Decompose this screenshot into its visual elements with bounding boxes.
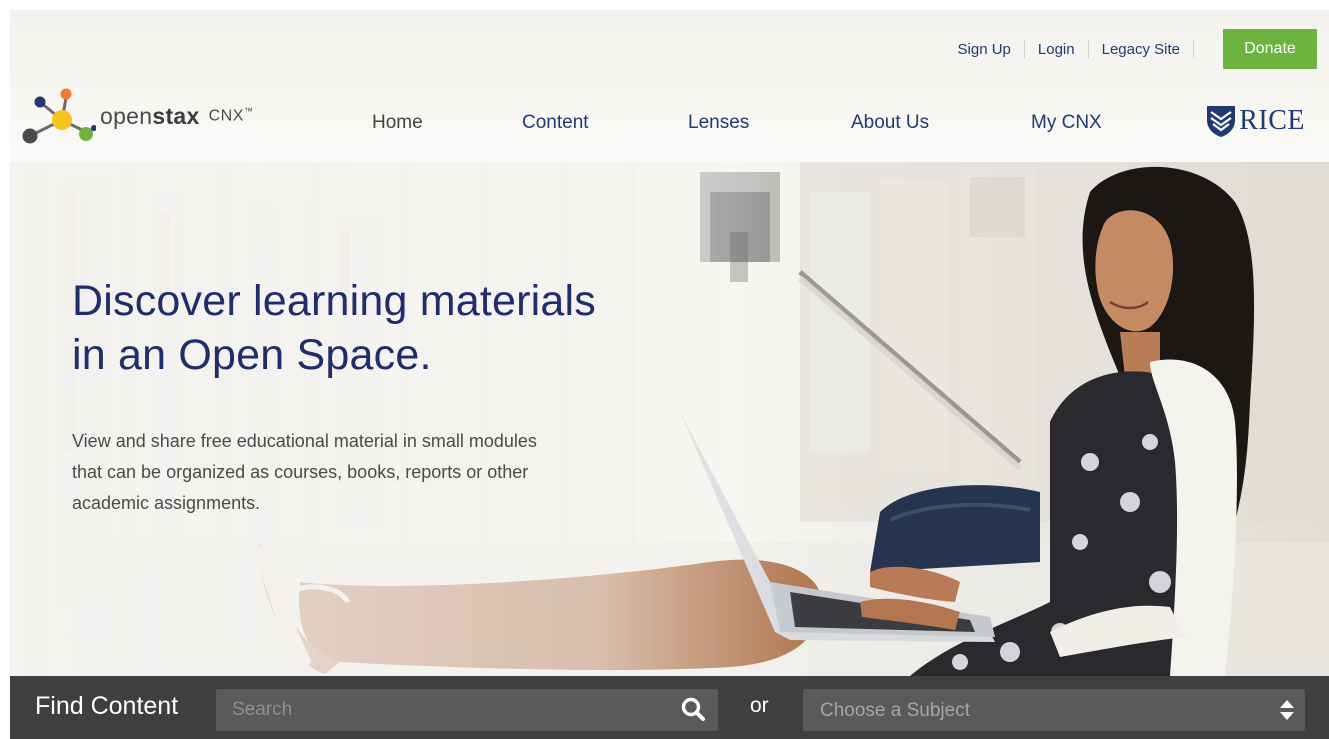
logo-wordmark: openstax bbox=[100, 102, 200, 129]
legacy-site-link[interactable]: Legacy Site bbox=[1102, 41, 1180, 58]
login-link[interactable]: Login bbox=[1038, 41, 1075, 58]
nav-lenses[interactable]: Lenses bbox=[688, 112, 749, 134]
search-input[interactable] bbox=[216, 689, 718, 731]
nav-content[interactable]: Content bbox=[522, 112, 589, 134]
search-button[interactable] bbox=[676, 692, 712, 728]
openstax-molecule-icon bbox=[22, 88, 96, 144]
search-icon bbox=[681, 697, 705, 721]
nav-my-cnx[interactable]: My CNX bbox=[1031, 112, 1102, 134]
subject-select-value: Choose a Subject bbox=[820, 700, 970, 721]
hero-subtitle: View and share free educational material… bbox=[72, 431, 537, 513]
subject-select[interactable]: Choose a Subject bbox=[803, 689, 1305, 731]
divider bbox=[1023, 40, 1025, 58]
nav-about-us[interactable]: About Us bbox=[851, 112, 929, 134]
divider bbox=[1087, 40, 1089, 58]
openstax-cnx-logo[interactable]: openstax CNX™ bbox=[20, 84, 253, 148]
rice-wordmark: RICE bbox=[1239, 105, 1305, 136]
find-content-label: Find Content bbox=[35, 692, 179, 720]
site-frame: Sign Up Login Legacy Site Donate opensta… bbox=[10, 10, 1329, 739]
rice-logo[interactable]: RICE bbox=[1205, 104, 1305, 138]
rice-shield-icon bbox=[1207, 106, 1236, 137]
utility-nav: Sign Up Login Legacy Site Donate bbox=[958, 28, 1317, 70]
or-label: or bbox=[750, 694, 769, 717]
page: Sign Up Login Legacy Site Donate opensta… bbox=[0, 0, 1329, 739]
find-content-bar: Find Content or Choose a Subject bbox=[10, 676, 1329, 739]
nav-home[interactable]: Home bbox=[372, 112, 423, 134]
hero-banner: Discover learning materials in an Open Sp… bbox=[10, 162, 1329, 676]
chevron-up-down-icon bbox=[1280, 700, 1294, 720]
hero-title: Discover learning materials in an Open Sp… bbox=[72, 277, 596, 379]
divider bbox=[1193, 40, 1194, 58]
donate-button[interactable]: Donate bbox=[1223, 29, 1317, 69]
sign-up-link[interactable]: Sign Up bbox=[958, 41, 1011, 58]
hero-photo bbox=[10, 162, 1329, 676]
logo-product: CNX™ bbox=[208, 106, 254, 125]
site-header: Sign Up Login Legacy Site Donate opensta… bbox=[10, 10, 1329, 162]
